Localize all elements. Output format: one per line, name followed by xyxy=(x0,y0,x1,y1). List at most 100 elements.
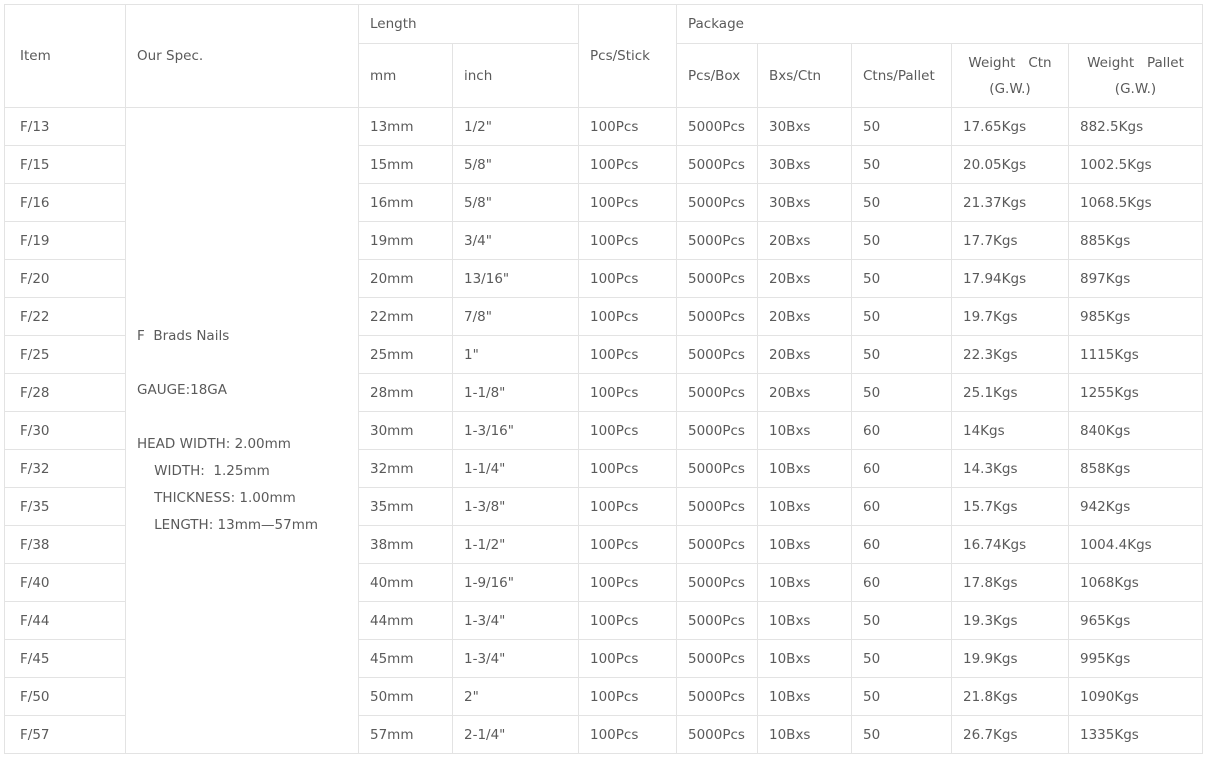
cell-box: 5000Pcs xyxy=(676,335,758,374)
cell-wpallet: 858Kgs xyxy=(1068,449,1203,488)
cell-pcs: 100Pcs xyxy=(578,601,677,640)
cell-wctn: 21.8Kgs xyxy=(951,677,1069,716)
cell-item: F/15 xyxy=(4,145,126,184)
cell-box: 5000Pcs xyxy=(676,183,758,222)
cell-wpallet: 1068.5Kgs xyxy=(1068,183,1203,222)
cell-item: F/25 xyxy=(4,335,126,374)
cell-mm: 32mm xyxy=(358,449,453,488)
cell-wctn: 15.7Kgs xyxy=(951,487,1069,526)
header-pcs-box: Pcs/Box xyxy=(676,43,758,108)
header-item: Item xyxy=(4,4,126,108)
cell-item: F/38 xyxy=(4,525,126,564)
cell-wpallet: 1255Kgs xyxy=(1068,373,1203,412)
cell-ctn: 10Bxs xyxy=(757,487,852,526)
cell-item: F/35 xyxy=(4,487,126,526)
cell-pcs: 100Pcs xyxy=(578,449,677,488)
cell-box: 5000Pcs xyxy=(676,639,758,678)
cell-pallet: 50 xyxy=(851,335,952,374)
cell-box: 5000Pcs xyxy=(676,487,758,526)
cell-pallet: 50 xyxy=(851,183,952,222)
cell-mm: 20mm xyxy=(358,259,453,298)
cell-box: 5000Pcs xyxy=(676,525,758,564)
cell-pcs: 100Pcs xyxy=(578,259,677,298)
cell-box: 5000Pcs xyxy=(676,297,758,336)
cell-inch: 1-9/16" xyxy=(452,563,579,602)
cell-mm: 15mm xyxy=(358,145,453,184)
cell-wctn: 22.3Kgs xyxy=(951,335,1069,374)
cell-inch: 1-3/4" xyxy=(452,601,579,640)
cell-pcs: 100Pcs xyxy=(578,373,677,412)
cell-box: 5000Pcs xyxy=(676,715,758,754)
cell-pallet: 50 xyxy=(851,145,952,184)
cell-mm: 22mm xyxy=(358,297,453,336)
cell-ctn: 30Bxs xyxy=(757,183,852,222)
cell-mm: 30mm xyxy=(358,411,453,450)
cell-pallet: 50 xyxy=(851,715,952,754)
cell-ctn: 10Bxs xyxy=(757,449,852,488)
cell-item: F/22 xyxy=(4,297,126,336)
cell-inch: 1-3/16" xyxy=(452,411,579,450)
cell-wctn: 26.7Kgs xyxy=(951,715,1069,754)
cell-wctn: 19.9Kgs xyxy=(951,639,1069,678)
table-row: F/13 F Brads Nails GAUGE:18GA HEAD WIDTH:… xyxy=(4,107,1203,754)
cell-wpallet: 1002.5Kgs xyxy=(1068,145,1203,184)
cell-inch: 1-1/8" xyxy=(452,373,579,412)
cell-item: F/30 xyxy=(4,411,126,450)
header-ctns-pallet: Ctns/Pallet xyxy=(851,43,952,108)
cell-item: F/16 xyxy=(4,183,126,222)
cell-ctn: 10Bxs xyxy=(757,715,852,754)
header-mm: mm xyxy=(358,43,453,108)
header-weight-pallet: Weight Pallet (G.W.) xyxy=(1068,43,1203,108)
header-length: Length xyxy=(358,4,579,44)
cell-wpallet: 885Kgs xyxy=(1068,221,1203,260)
cell-box: 5000Pcs xyxy=(676,449,758,488)
cell-pallet: 50 xyxy=(851,639,952,678)
cell-pallet: 50 xyxy=(851,297,952,336)
cell-ctn: 20Bxs xyxy=(757,259,852,298)
cell-item: F/40 xyxy=(4,563,126,602)
cell-mm: 40mm xyxy=(358,563,453,602)
cell-pcs: 100Pcs xyxy=(578,183,677,222)
cell-wpallet: 882.5Kgs xyxy=(1068,107,1203,146)
cell-pallet: 50 xyxy=(851,259,952,298)
cell-wpallet: 965Kgs xyxy=(1068,601,1203,640)
cell-pallet: 60 xyxy=(851,525,952,564)
cell-wctn: 25.1Kgs xyxy=(951,373,1069,412)
cell-box: 5000Pcs xyxy=(676,259,758,298)
cell-pcs: 100Pcs xyxy=(578,145,677,184)
cell-wpallet: 1090Kgs xyxy=(1068,677,1203,716)
cell-wctn: 17.8Kgs xyxy=(951,563,1069,602)
cell-pallet: 50 xyxy=(851,677,952,716)
cell-mm: 35mm xyxy=(358,487,453,526)
cell-wctn: 14.3Kgs xyxy=(951,449,1069,488)
cell-pcs: 100Pcs xyxy=(578,107,677,146)
cell-ctn: 20Bxs xyxy=(757,373,852,412)
header-spec: Our Spec. xyxy=(125,4,359,108)
spec-table: Item Our Spec. Length Pcs/Stick Package … xyxy=(4,4,1203,754)
cell-wpallet: 840Kgs xyxy=(1068,411,1203,450)
cell-inch: 7/8" xyxy=(452,297,579,336)
header-bxs-ctn: Bxs/Ctn xyxy=(757,43,852,108)
cell-item: F/13 xyxy=(4,107,126,146)
cell-ctn: 20Bxs xyxy=(757,221,852,260)
cell-item: F/57 xyxy=(4,715,126,754)
header-row-1: Item Our Spec. Length Pcs/Stick Package xyxy=(4,4,1203,108)
cell-inch: 5/8" xyxy=(452,145,579,184)
cell-wpallet: 897Kgs xyxy=(1068,259,1203,298)
cell-wpallet: 995Kgs xyxy=(1068,639,1203,678)
cell-pcs: 100Pcs xyxy=(578,563,677,602)
cell-item: F/19 xyxy=(4,221,126,260)
cell-pallet: 50 xyxy=(851,601,952,640)
cell-item: F/45 xyxy=(4,639,126,678)
cell-box: 5000Pcs xyxy=(676,601,758,640)
cell-pcs: 100Pcs xyxy=(578,487,677,526)
cell-ctn: 20Bxs xyxy=(757,335,852,374)
cell-wpallet: 1115Kgs xyxy=(1068,335,1203,374)
cell-pallet: 60 xyxy=(851,487,952,526)
cell-box: 5000Pcs xyxy=(676,563,758,602)
cell-mm: 13mm xyxy=(358,107,453,146)
cell-box: 5000Pcs xyxy=(676,677,758,716)
cell-pcs: 100Pcs xyxy=(578,677,677,716)
cell-wctn: 19.7Kgs xyxy=(951,297,1069,336)
cell-box: 5000Pcs xyxy=(676,107,758,146)
